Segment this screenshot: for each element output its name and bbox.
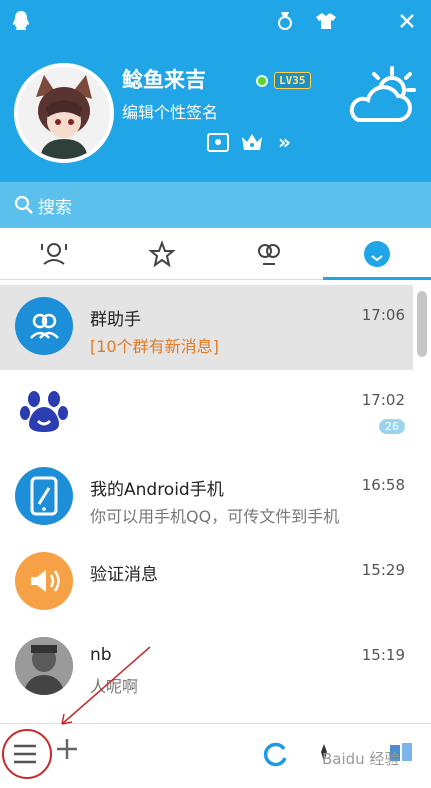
plus-icon xyxy=(57,739,77,759)
conversation-time: 15:19 xyxy=(361,646,405,664)
conversation-row[interactable]: 17:02 26 xyxy=(0,370,413,455)
conversation-name: nb xyxy=(90,645,112,665)
conversation-name: 我的Android手机 xyxy=(90,480,224,500)
notification-icon xyxy=(15,552,73,610)
qzone-icon[interactable] xyxy=(206,131,230,153)
online-status-icon[interactable] xyxy=(256,75,268,87)
tab-messages[interactable] xyxy=(323,228,431,280)
conversation-name: 验证消息 xyxy=(90,565,158,585)
message-icon xyxy=(364,240,391,267)
crown-icon[interactable] xyxy=(240,131,264,153)
group-assistant-icon xyxy=(15,297,73,355)
conversation-time: 15:29 xyxy=(361,561,405,579)
contact-icon xyxy=(40,242,67,265)
nickname[interactable]: 鲶鱼来吉 xyxy=(122,64,206,94)
search-placeholder: 搜索 xyxy=(38,198,72,218)
close-icon[interactable] xyxy=(394,8,420,34)
phone-icon xyxy=(15,467,73,525)
watermark-text: Baidu 经验 xyxy=(322,750,400,768)
conversation-preview: [10个群有新消息] xyxy=(90,337,219,356)
qq-penguin-icon[interactable] xyxy=(8,8,34,34)
profile-header: 鲶鱼来吉 LV35 编辑个性签名 » 搜索 xyxy=(0,0,431,228)
star-icon xyxy=(147,239,176,267)
conversation-row[interactable]: nb 人呢啊 15:19 xyxy=(0,625,413,710)
conversation-name: 群助手 xyxy=(90,310,141,330)
list-scrollbar[interactable] xyxy=(417,291,427,357)
bottom-toolbar: Baidu 经验 xyxy=(0,723,431,788)
add-button[interactable] xyxy=(55,737,79,767)
conversation-time: 17:06 xyxy=(361,306,405,324)
user-avatar xyxy=(15,637,73,695)
group-icon xyxy=(258,243,281,265)
tab-favorites[interactable] xyxy=(108,228,216,279)
qq-browser-icon[interactable] xyxy=(262,741,288,771)
skin-shirt-icon[interactable] xyxy=(313,8,339,34)
signature-field[interactable]: 编辑个性签名 xyxy=(122,99,218,123)
status-icon-row: » xyxy=(206,130,291,154)
conversation-list: 群助手 [10个群有新消息] 17:06 17:02 26 我的Android手… xyxy=(0,285,413,723)
medal-icon[interactable] xyxy=(272,8,298,34)
tab-groups[interactable] xyxy=(216,228,324,279)
conversation-time: 17:02 xyxy=(361,391,405,409)
annotation-circle xyxy=(2,729,52,779)
conversation-preview: 你可以用手机QQ，可传文件到手机 xyxy=(90,507,340,526)
conversation-row[interactable]: 验证消息 15:29 xyxy=(0,540,413,625)
qq-main-window: 鲶鱼来吉 LV35 编辑个性签名 » 搜索 群助手 [10个群有新消息] 17:… xyxy=(0,0,431,788)
search-bar[interactable]: 搜索 xyxy=(0,182,431,228)
conversation-time: 16:58 xyxy=(361,476,405,494)
conversation-preview: 人呢啊 xyxy=(90,677,139,696)
search-icon xyxy=(14,195,34,219)
conversation-row[interactable]: 我的Android手机 你可以用手机QQ，可传文件到手机 16:58 xyxy=(0,455,413,540)
tab-contacts[interactable] xyxy=(0,228,108,279)
unread-badge: 26 xyxy=(379,419,405,434)
main-tabs xyxy=(0,228,431,280)
more-chevron-icon[interactable]: » xyxy=(278,130,291,154)
profile-avatar[interactable] xyxy=(14,63,114,163)
conversation-row[interactable]: 群助手 [10个群有新消息] 17:06 xyxy=(0,285,413,370)
paw-icon xyxy=(15,382,73,440)
level-badge[interactable]: LV35 xyxy=(274,72,311,89)
weather-icon[interactable] xyxy=(344,62,418,134)
